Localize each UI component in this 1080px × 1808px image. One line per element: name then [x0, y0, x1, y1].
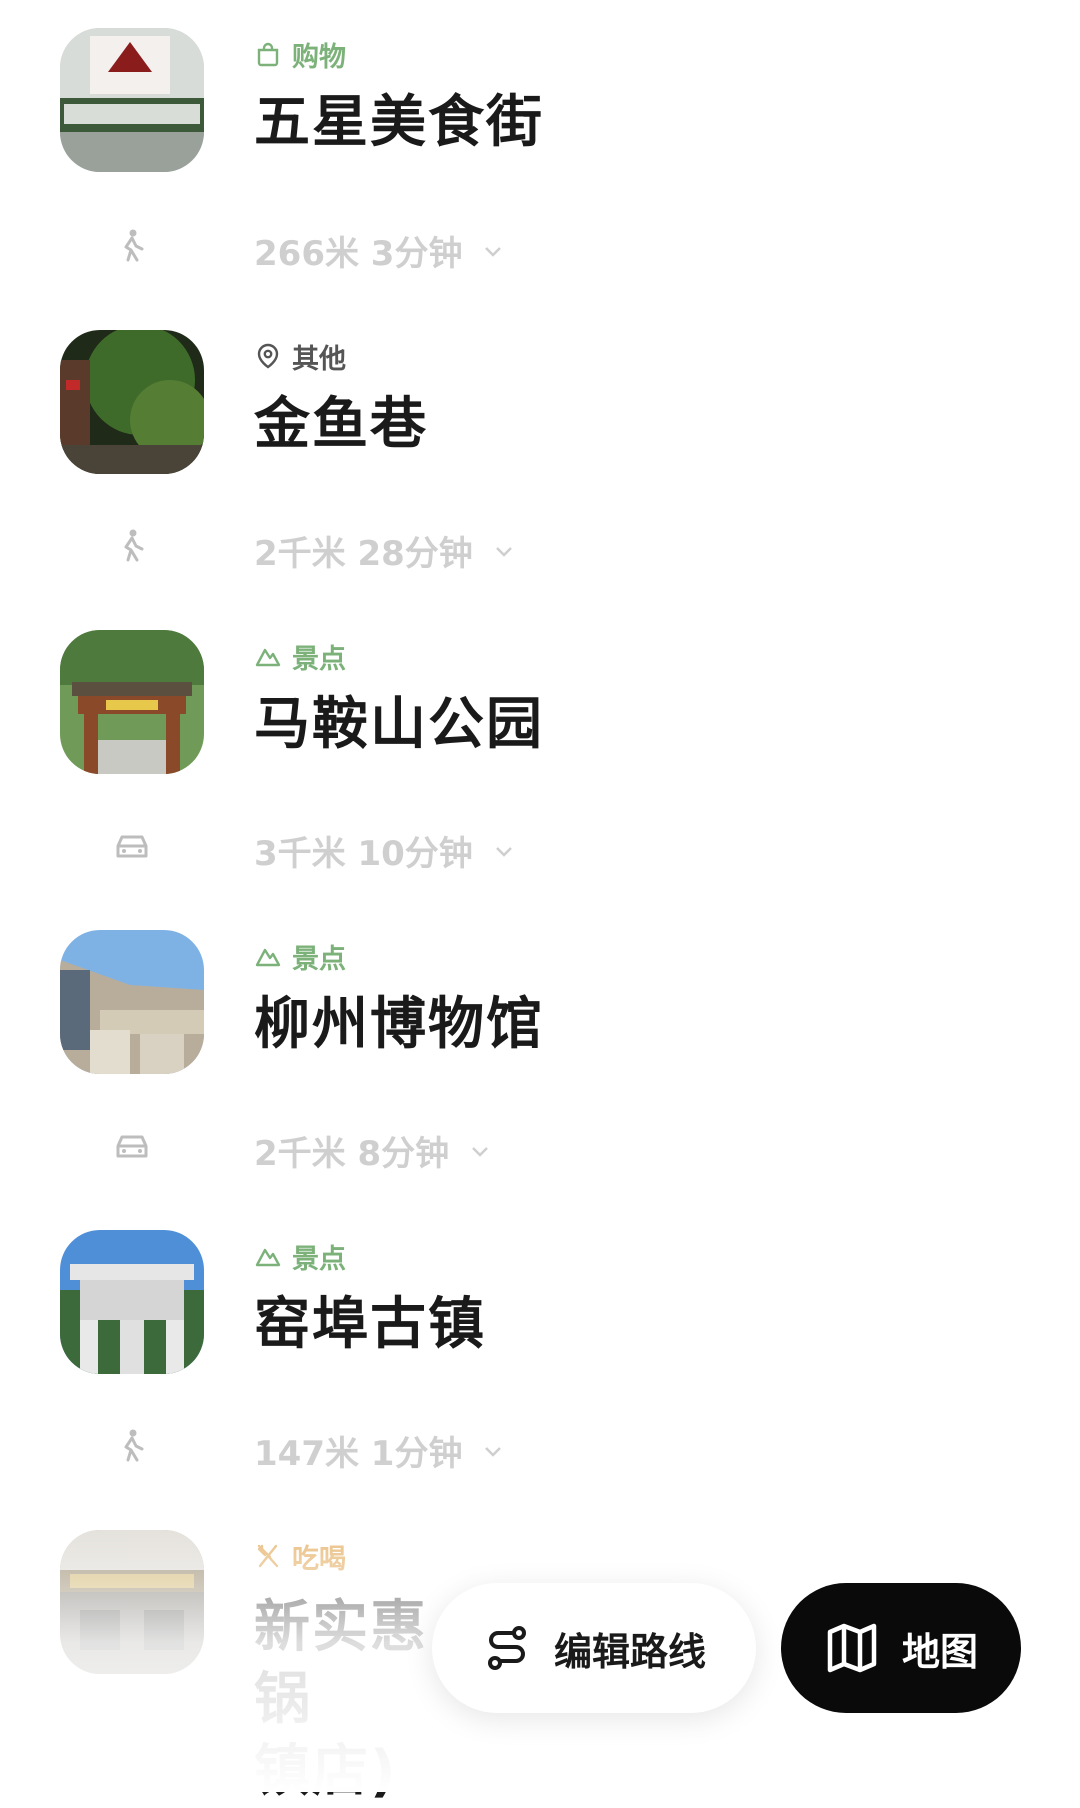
transit-row[interactable]: 266米 3分钟	[0, 216, 1080, 276]
category-text: 景点	[292, 643, 346, 675]
edit-route-button[interactable]: 编辑路线	[432, 1583, 756, 1713]
transit-row[interactable]: 147米 1分钟	[0, 1416, 1080, 1476]
chevron-down-icon[interactable]	[469, 1140, 491, 1162]
category-label: 景点	[254, 638, 346, 675]
stop-title-tail: 锅	[254, 1667, 312, 1732]
stop-photo	[60, 1530, 204, 1674]
transit-text: 147米 1分钟	[254, 1434, 463, 1474]
category-label: 吃喝	[254, 1538, 346, 1575]
category-text: 吃喝	[292, 1543, 346, 1575]
category-text: 其他	[292, 343, 346, 375]
stop-item[interactable]: 其他 金鱼巷	[0, 330, 1080, 480]
stop-item[interactable]: 景点 窑埠古镇	[0, 1230, 1080, 1380]
location-pin-icon	[257, 343, 279, 369]
route-icon	[487, 1626, 526, 1670]
chevron-down-icon[interactable]	[482, 240, 504, 262]
stop-title: 五星美食街	[254, 90, 544, 155]
stop-item[interactable]: 购物 五星美食街	[0, 28, 1080, 178]
transit-row[interactable]: 2千米 28分钟	[0, 516, 1080, 576]
category-label: 其他	[254, 338, 346, 375]
stop-item[interactable]: 景点 柳州博物馆	[0, 930, 1080, 1080]
car-icon	[116, 835, 148, 858]
category-text: 景点	[292, 1243, 346, 1275]
map-label: 地图	[901, 1629, 978, 1674]
stop-title: 马鞍山公园	[254, 692, 544, 757]
transit-row[interactable]: 3千米 10分钟	[0, 816, 1080, 876]
stop-title-line1: 新实惠	[254, 1595, 428, 1660]
stop-title: 金鱼巷	[254, 392, 428, 457]
stop-photo	[60, 1230, 204, 1374]
utensils-icon	[257, 1544, 279, 1568]
category-label: 景点	[254, 1238, 346, 1275]
transit-text: 2千米 8分钟	[254, 1134, 450, 1174]
shopping-bag-icon	[257, 42, 279, 67]
transit-text: 3千米 10分钟	[254, 834, 473, 874]
transit-row[interactable]: 2千米 8分钟	[0, 1116, 1080, 1176]
mountain-icon	[255, 648, 281, 667]
walk-icon	[124, 529, 144, 562]
edit-route-label: 编辑路线	[553, 1629, 706, 1674]
transit-text: 266米 3分钟	[254, 234, 463, 274]
stop-title: 柳州博物馆	[254, 992, 544, 1057]
stop-photo	[60, 330, 204, 474]
transit-text: 2千米 28分钟	[254, 534, 473, 574]
category-text: 购物	[292, 41, 346, 73]
stop-photo	[60, 28, 204, 172]
chevron-down-icon[interactable]	[482, 1440, 504, 1462]
walk-icon	[124, 229, 144, 262]
category-label: 购物	[254, 36, 346, 73]
mountain-icon	[255, 948, 281, 967]
car-icon	[116, 1135, 148, 1158]
mountain-icon	[255, 1248, 281, 1267]
category-text: 景点	[292, 943, 346, 975]
category-label: 景点	[254, 938, 346, 975]
map-button[interactable]: 地图	[781, 1583, 1021, 1713]
walk-icon	[124, 1429, 144, 1462]
stop-item[interactable]: 景点 马鞍山公园	[0, 630, 1080, 780]
stop-photo	[60, 930, 204, 1074]
stop-title-line2: 镇店)	[254, 1739, 398, 1804]
chevron-down-icon[interactable]	[493, 540, 515, 562]
map-icon	[827, 1623, 877, 1673]
stop-photo	[60, 630, 204, 774]
chevron-down-icon[interactable]	[493, 840, 515, 862]
stop-title: 窑埠古镇	[254, 1292, 486, 1357]
